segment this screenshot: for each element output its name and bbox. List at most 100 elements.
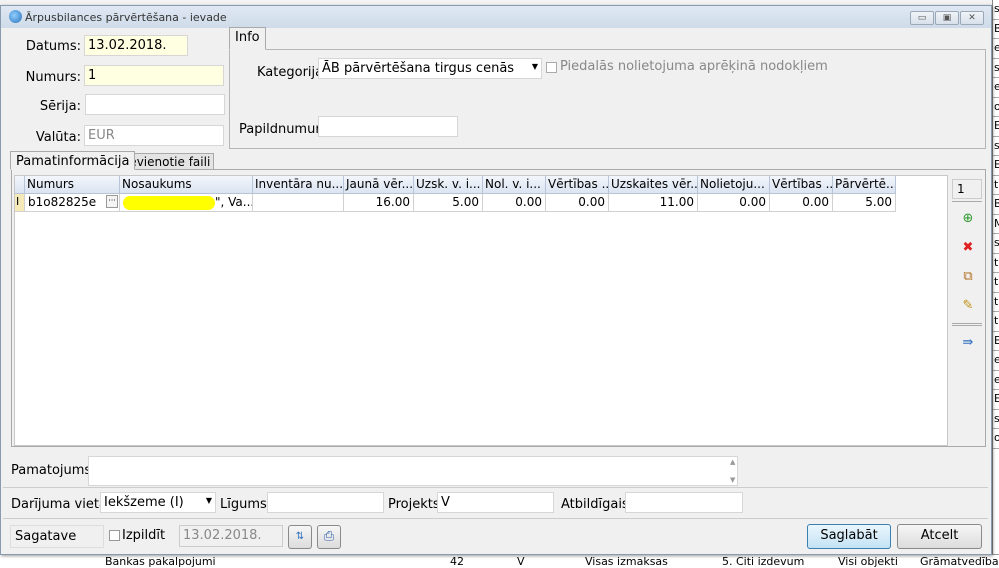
bg-letter: s [993, 410, 999, 429]
copy-row-icon[interactable]: ⧉ [960, 269, 976, 285]
cell-text: 0.00 [515, 195, 542, 209]
cell-text: b1o82825e [28, 195, 97, 209]
maximize-button[interactable]: ▣ [935, 11, 959, 25]
pamatinformacija-panel: I Numurs b1o82825e ··· Nosaukums ", Va... Inv… [11, 169, 986, 447]
bg-letter: es [993, 78, 999, 98]
bg-letter: EK [993, 156, 999, 176]
edit-icon[interactable]: ✎ [960, 298, 976, 314]
delete-row-icon[interactable]: ✖ [960, 240, 976, 256]
cell-text: 0.00 [578, 195, 605, 209]
print-button[interactable]: ⎙ [317, 525, 341, 549]
column-header[interactable]: Vērtības ... [546, 176, 609, 194]
papildnumurs-input[interactable] [318, 116, 458, 137]
redaction-mark [123, 195, 215, 210]
bg-letter: od [993, 98, 999, 117]
row-count: 1 [952, 179, 982, 199]
cancel-button[interactable]: Atcelt [897, 524, 982, 549]
bg-letter: s [993, 0, 999, 20]
datums-input[interactable]: 13.02.2018. [84, 35, 188, 56]
dialog-window: Ārpusbilances pārvērtēšana - ievade ▭ ▣ … [0, 5, 992, 555]
darijuma-value: Iekšzeme (I) [104, 495, 184, 510]
serija-label: Sērija: [39, 99, 81, 114]
row-indicator[interactable]: I [15, 194, 25, 212]
table-cell[interactable]: ", Va... [120, 194, 253, 212]
bg-letter: t [993, 176, 999, 195]
kategorija-select[interactable]: ĀB pārvērtēšana tirgus cenās ▼ [318, 58, 542, 79]
bg-letter: EK [993, 332, 999, 351]
sort-az-button[interactable]: ⇅ [288, 525, 312, 549]
valuta-label: Valūta: [35, 130, 81, 145]
atbildigais-label: Atbildīgais: [561, 497, 634, 512]
bg-letter: M [993, 215, 999, 234]
minimize-button[interactable]: ▭ [910, 11, 934, 25]
bg-letter: e [993, 39, 999, 59]
app-globe-icon [9, 10, 22, 23]
table-cell[interactable]: 0.00 [698, 194, 770, 212]
tab-pamatinformacija[interactable]: Pamatinformācija [10, 151, 136, 170]
bg-letter: BĪ [993, 20, 999, 39]
chevron-down-icon: ▼ [205, 496, 212, 505]
valuta-input[interactable]: EUR [84, 125, 224, 146]
table-cell[interactable] [253, 194, 344, 212]
save-button[interactable]: Saglabāt [807, 524, 891, 549]
cell-text: 5.00 [865, 195, 892, 209]
bg-cell: 42 [450, 555, 464, 568]
column-header[interactable]: Nosaukums [120, 176, 253, 194]
serija-input[interactable] [85, 94, 225, 115]
cell-text: ", Va... [215, 195, 253, 209]
cell-text: 16.00 [375, 195, 410, 209]
ellipsis-button[interactable]: ··· [106, 195, 118, 208]
bg-cell: Visi objekti [838, 555, 898, 568]
table-cell[interactable]: 5.00 [833, 194, 896, 212]
status-badge: Sagatave [10, 525, 104, 548]
column-header[interactable]: Nolietoju... [698, 176, 770, 194]
title-bar[interactable]: Ārpusbilances pārvērtēšana - ievade ▭ ▣ … [1, 6, 991, 28]
close-button[interactable]: ✕ [960, 11, 984, 25]
piedalas-checkbox[interactable] [546, 62, 557, 73]
import-icon[interactable]: ⇛ [960, 335, 976, 351]
table-cell[interactable]: 0.00 [483, 194, 546, 212]
column-header[interactable]: Jaunā vēr... [344, 176, 414, 194]
scroll-down-icon[interactable]: ▼ [730, 476, 735, 484]
darijuma-select[interactable]: Iekšzeme (I) ▼ [100, 492, 216, 513]
table-cell[interactable]: 16.00 [344, 194, 414, 212]
bg-letter: se [993, 59, 999, 78]
izpildit-date-input[interactable]: 13.02.2018. [179, 525, 283, 547]
darijuma-label: Darījuma vieta: [11, 497, 112, 512]
ligums-input[interactable] [267, 492, 384, 513]
table-cell[interactable]: 11.00 [609, 194, 698, 212]
column-header[interactable]: Uzskaites vēr... [609, 176, 698, 194]
column-header[interactable]: Inventāra nu... [253, 176, 344, 194]
bg-letter: t [993, 273, 999, 293]
bg-letter: BĪ [993, 195, 999, 215]
projekts-label: Projekts: [388, 497, 445, 512]
bg-cell: V [517, 555, 525, 568]
pamatojums-textarea[interactable] [88, 456, 738, 486]
bg-letter: s [993, 137, 999, 156]
table-cell[interactable]: 5.00 [414, 194, 483, 212]
column-header[interactable]: Numurs [25, 176, 120, 194]
bg-letter: t [993, 254, 999, 273]
kategorija-label: Kategorija: [257, 65, 328, 80]
bg-cell: 5. Citi izdevum [722, 555, 805, 568]
cell-text: 5.00 [452, 195, 479, 209]
table-toolbar: 1 ⊕ ✖ ⧉ ✎ ⇛ [950, 175, 985, 446]
bg-letter: t [993, 293, 999, 312]
column-header[interactable]: Nol. v. i... [483, 176, 546, 194]
table-cell[interactable]: b1o82825e ··· [25, 194, 120, 212]
atbildigais-input[interactable] [625, 492, 743, 513]
tab-info[interactable]: Info [229, 27, 266, 50]
background-list: sBĪeseesodEKsEKtBĪMsttttEKeesEKsod [992, 0, 999, 568]
column-header[interactable]: Vērtības ... [770, 176, 833, 194]
numurs-label: Numurs: [25, 70, 81, 85]
column-header[interactable]: Uzsk. v. i... [414, 176, 483, 194]
column-header[interactable]: Pārvērtē... [833, 176, 896, 194]
numurs-input[interactable]: 1 [84, 65, 224, 86]
table-cell[interactable]: 0.00 [546, 194, 609, 212]
scroll-up-icon[interactable]: ▲ [730, 458, 735, 466]
bg-letter: EK [993, 390, 999, 410]
add-row-icon[interactable]: ⊕ [960, 211, 976, 227]
izpildit-checkbox[interactable] [109, 530, 120, 541]
table-cell[interactable]: 0.00 [770, 194, 833, 212]
projekts-input[interactable]: V [437, 492, 554, 513]
